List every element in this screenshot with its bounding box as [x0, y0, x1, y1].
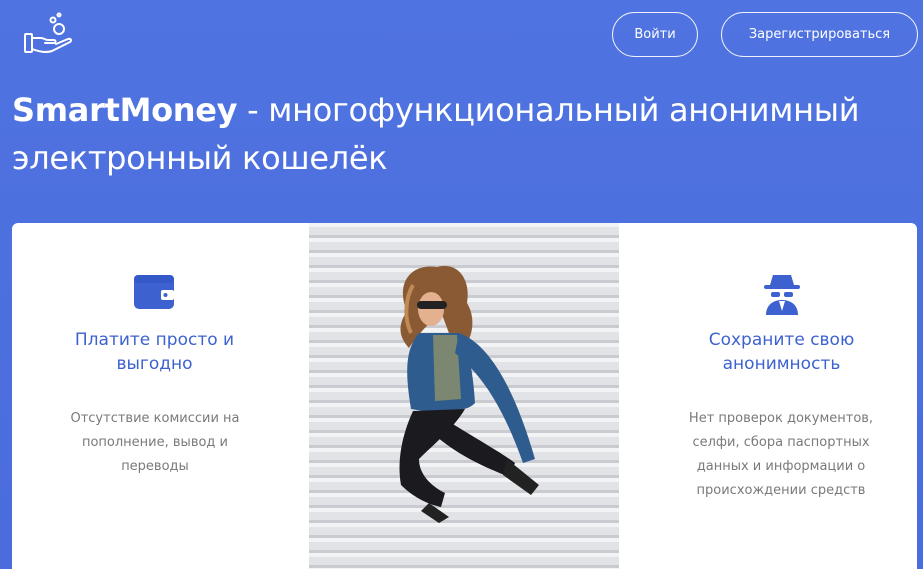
logo-hand-coins-icon[interactable]: [22, 12, 78, 58]
hero-headline: SmartMoney - многофункциональный анонимн…: [12, 86, 912, 182]
feature-card-payments: Платите просто и выгодно Отсутствие коми…: [12, 223, 309, 569]
login-button[interactable]: Войти: [612, 12, 698, 57]
register-button[interactable]: Зарегистрироваться: [721, 12, 918, 57]
features-panel: Платите просто и выгодно Отсутствие коми…: [12, 223, 917, 569]
feature-description: Нет проверок документов, селфи, сбора па…: [688, 411, 874, 498]
feature-title: Платите просто и выгодно: [74, 330, 235, 374]
hero-photo: [309, 223, 619, 569]
spy-icon: [764, 271, 800, 319]
feature-title: Сохраните свою анонимность: [708, 330, 855, 374]
wallet-icon: [133, 271, 175, 315]
brand-name: SmartMoney: [12, 91, 238, 129]
feature-description: Отсутствие комиссии на пополнение, вывод…: [70, 411, 240, 474]
feature-card-anonymity: Сохраните свою анонимность Нет проверок …: [619, 223, 917, 569]
